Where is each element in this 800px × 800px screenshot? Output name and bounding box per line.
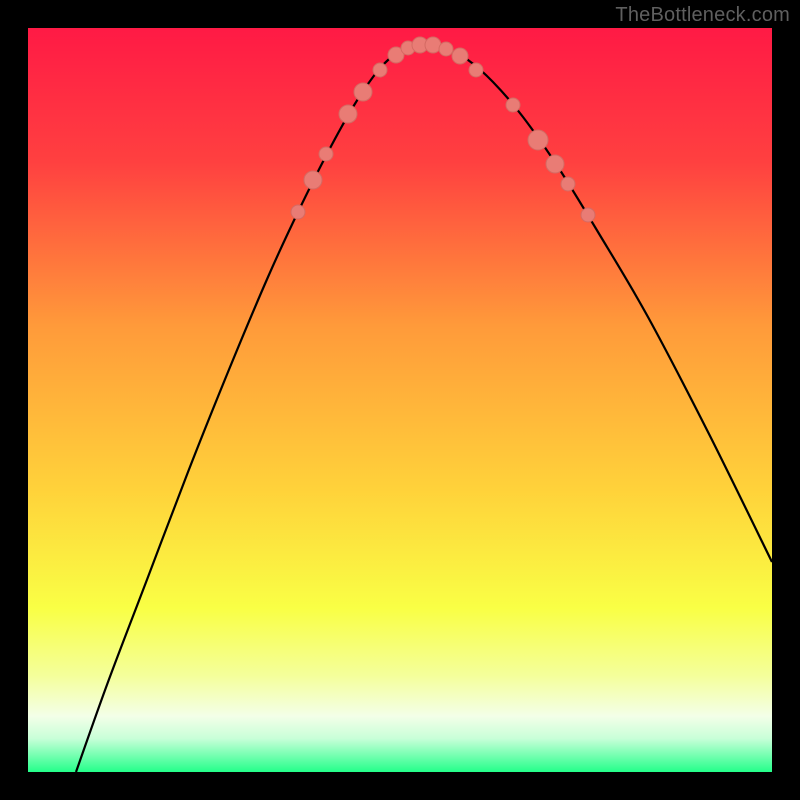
marker-dot (425, 37, 441, 53)
marker-dot (506, 98, 520, 112)
marker-dot (291, 205, 305, 219)
marker-dot (561, 177, 575, 191)
marker-dot (439, 42, 453, 56)
marker-dot (469, 63, 483, 77)
highlighted-points (291, 37, 595, 222)
marker-dot (452, 48, 468, 64)
marker-dot (528, 130, 548, 150)
marker-dot (304, 171, 322, 189)
marker-dot (319, 147, 333, 161)
bottleneck-curve (76, 45, 772, 772)
marker-dot (339, 105, 357, 123)
marker-dot (546, 155, 564, 173)
marker-dot (373, 63, 387, 77)
outer-frame: TheBottleneck.com (0, 0, 800, 800)
marker-dot (354, 83, 372, 101)
plot-area (28, 28, 772, 772)
watermark-text: TheBottleneck.com (615, 4, 790, 27)
curve-layer (28, 28, 772, 772)
marker-dot (581, 208, 595, 222)
